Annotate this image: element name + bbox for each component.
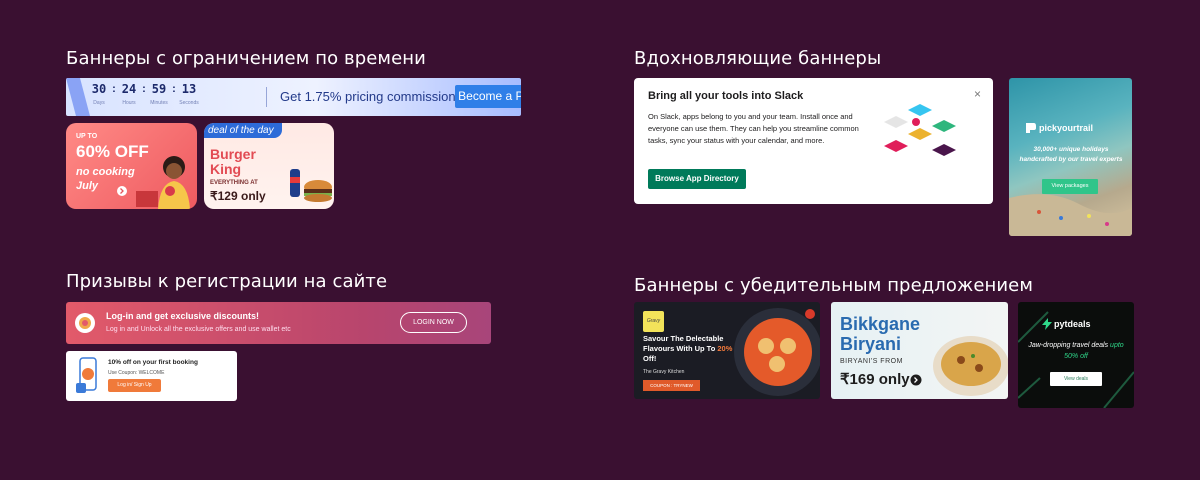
biryani-plate-icon [933,336,1008,396]
biryani-title: Bikkgane Biryani [840,314,921,354]
everything-at-label: EVERYTHING AT [210,180,258,186]
first-booking-card: 10% off on your first booking Use Coupon… [66,351,237,401]
apps-illustration-icon [884,104,956,156]
discount-icon [75,313,95,333]
view-deals-button[interactable]: View deals [1050,372,1102,386]
login-title: Log-in and get exclusive discounts! [106,311,260,321]
burger-king-banner[interactable]: deal of the day Burger King EVERYTHING A… [204,123,334,209]
countdown-days-label: Days [93,100,105,106]
colon: : [142,83,146,95]
deal-of-the-day-tag: deal of the day [204,123,282,138]
pickyourtrail-text: 30,000+ unique holidays handcrafted by o… [1019,146,1123,163]
login-signup-button[interactable]: Log in/ Sign Up [108,379,161,392]
stripe-decoration-icon [66,78,90,116]
burger-king-headline: Burger King [210,146,256,177]
curry-bowl-icon [734,308,820,396]
gravy-kitchen-banner[interactable]: Gravy Savour The Delectable Flavours Wit… [634,302,820,399]
slack-body: On Slack, apps belong to you and your te… [648,112,859,145]
first-booking-title: 10% off on your first booking [108,359,198,366]
biryani-price: ₹169 only [840,371,910,388]
biryani-banner[interactable]: Bikkgane Biryani BIRYANI'S FROM ₹169 onl… [831,302,1008,399]
section-title-persuasive: Баннеры с убедительным предложением [634,275,1034,296]
gravy-subtitle: The Gravy Kitchen [643,369,685,375]
countdown-seconds-label: Seconds [179,100,199,106]
login-subtitle: Log in and Unlock all the exclusive offe… [106,326,291,333]
pickyourtrail-logo: pickyourtrail [1039,123,1094,133]
login-now-button[interactable]: LOGIN NOW [400,312,467,333]
pickyourtrail-logo-icon [1026,123,1036,133]
gravy-line2: Off! [643,354,657,363]
section-title-inspiring: Вдохновляющие баннеры [634,48,882,69]
countdown-hours-label: Hours [122,100,136,106]
close-icon[interactable]: × [974,87,981,101]
lightning-icon [1042,318,1052,330]
burger-meal-icon [290,169,332,202]
gravy-line1: Savour The Delectable Flavours With Up T… [643,334,724,353]
gravy-logo: Gravy [643,311,664,332]
countdown-days: 30 [91,82,107,96]
countdown-timer: 30 Days : 24 Hours : 59 Minutes : 13 Seconds [88,82,200,106]
colon: : [112,83,116,95]
browse-app-directory-button[interactable]: Browse App Directory [648,169,746,189]
person-illustration-icon [136,156,190,209]
arrow-circle-icon [910,374,922,386]
countdown-banner: 30 Days : 24 Hours : 59 Minutes : 13 Seconds… [66,78,521,116]
divider [266,87,267,107]
countdown-seconds: 13 [181,82,197,96]
countdown-minutes-label: Minutes [150,100,168,106]
phone-gift-icon [76,357,97,393]
pytdeals-banner[interactable]: pytdeals Jaw-dropping travel deals upto … [1018,302,1134,408]
login-banner: Log-in and get exclusive discounts! Log … [66,302,491,344]
slack-banner: Bring all your tools into Slack On Slack… [634,78,993,204]
section-title-signup: Призывы к регистрации на сайте [66,271,388,292]
coupon-text: Use Coupon: WELCOME [108,370,165,376]
gravy-coupon: COUPON : TRYNEW [643,380,700,391]
become-partner-button[interactable]: Become a Partner [455,85,521,108]
gravy-headline: Savour The Delectable Flavours With Up T… [643,334,738,364]
no-cooking-july-banner[interactable]: UP TO 60% OFF no cooking July [66,123,197,209]
countdown-offer-text: Get 1.75% pricing commission [280,89,456,104]
view-packages-button[interactable]: View packages [1042,179,1098,194]
colon: : [172,83,176,95]
pickyourtrail-banner[interactable]: pickyourtrail 30,000+ unique holidays ha… [1009,78,1132,236]
biryani-from-label: BIRYANI'S FROM [840,358,903,365]
pytdeals-text-main: Jaw-dropping travel deals [1028,342,1111,349]
pytdeals-text: Jaw-dropping travel deals upto 50% off [1024,340,1128,362]
burger-price: ₹129 only [210,189,266,203]
arrow-circle-icon [117,186,127,196]
pytdeals-logo: pytdeals [1054,319,1091,329]
up-to-label: UP TO [76,133,98,140]
section-title-time-limited: Баннеры с ограничением по времени [66,48,426,69]
countdown-minutes: 59 [151,82,167,96]
slack-title: Bring all your tools into Slack [648,90,804,102]
countdown-hours: 24 [121,82,137,96]
